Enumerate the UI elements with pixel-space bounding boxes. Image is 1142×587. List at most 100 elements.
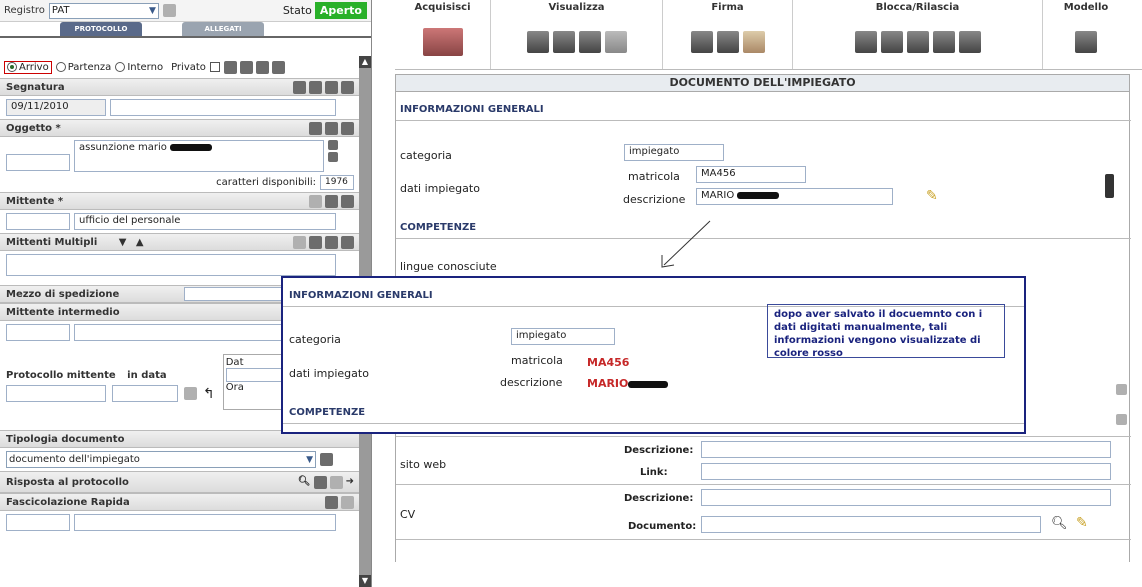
rp-icon[interactable] xyxy=(325,80,338,94)
view-edit-icon[interactable] xyxy=(552,30,575,53)
tab-bar: PROTOCOLLO ALLEGATI xyxy=(0,22,371,38)
scanner-icon[interactable] xyxy=(271,60,285,74)
info-generali-heading: INFORMAZIONI GENERALI xyxy=(400,104,544,115)
mittente-code[interactable] xyxy=(6,213,70,230)
checkin-icon[interactable] xyxy=(958,30,981,53)
matricola-field[interactable]: MA456 xyxy=(696,166,806,183)
acquisisci-label: Acquisisci xyxy=(414,2,471,13)
overlay-info-generali-heading: INFORMAZIONI GENERALI xyxy=(289,290,433,301)
eraser-icon[interactable] xyxy=(293,235,306,249)
document-icon[interactable] xyxy=(162,4,176,17)
lock-icon[interactable] xyxy=(854,30,877,53)
binoculars-icon[interactable] xyxy=(223,60,237,74)
stamp-icon[interactable] xyxy=(309,80,322,94)
descrizione-field[interactable]: MARIO xyxy=(696,188,893,205)
oggetto-code[interactable] xyxy=(6,154,70,171)
sign-icon[interactable] xyxy=(690,30,713,53)
matricola-label: matricola xyxy=(628,170,680,183)
sort-down-icon[interactable]: ▼ xyxy=(119,237,127,248)
template-icon[interactable] xyxy=(1075,30,1097,53)
protocollo-mittente-label: Protocollo mittente xyxy=(6,370,116,381)
view-icon[interactable] xyxy=(526,30,549,53)
checkout-icon[interactable] xyxy=(906,30,929,53)
pencil-icon[interactable]: ✎ xyxy=(1076,515,1088,531)
calendar-icon[interactable] xyxy=(184,387,197,400)
sort-up-icon[interactable]: ▲ xyxy=(136,237,144,248)
link-icon[interactable] xyxy=(313,475,327,489)
view-history-icon[interactable] xyxy=(604,30,627,53)
scroll-down-icon[interactable] xyxy=(328,152,338,162)
eraser-icon[interactable] xyxy=(309,194,322,208)
folder-icon[interactable] xyxy=(239,60,253,74)
search-doc-icon[interactable] xyxy=(325,235,338,249)
scroll-down-icon[interactable] xyxy=(1116,414,1127,425)
scroll-up-icon[interactable] xyxy=(328,140,338,150)
sito-descrizione-field[interactable] xyxy=(701,441,1111,458)
protocollo-mittente-field[interactable] xyxy=(6,385,106,402)
list-icon[interactable] xyxy=(309,121,322,135)
overlay-competenze-heading: COMPETENZE xyxy=(289,407,366,418)
mittente-intermedio-code[interactable] xyxy=(6,324,70,341)
trash-icon[interactable] xyxy=(341,235,354,249)
categoria-field[interactable]: impiegato xyxy=(624,144,724,161)
acquire-icon[interactable] xyxy=(422,27,463,56)
radio-interno[interactable]: Interno xyxy=(115,62,163,73)
tipologia-label: Tipologia documento xyxy=(6,433,125,445)
radio-arrivo[interactable]: Arrivo xyxy=(4,60,52,74)
toolbar-visualizza: Visualizza xyxy=(491,0,663,69)
modello-label: Modello xyxy=(1063,2,1109,13)
tab-protocollo[interactable]: PROTOCOLLO xyxy=(60,22,142,36)
view-print-icon[interactable] xyxy=(578,30,601,53)
mittente-field[interactable]: ufficio del personale xyxy=(74,213,336,230)
redaction xyxy=(628,380,669,388)
print-icon[interactable] xyxy=(293,80,306,94)
pen-icon[interactable] xyxy=(255,60,269,74)
tipologia-select[interactable]: documento dell'impiegato ▼ xyxy=(6,451,316,468)
unlock-icon[interactable] xyxy=(880,30,903,53)
tab-allegati[interactable]: ALLEGATI xyxy=(182,22,264,36)
documento-label: Documento: xyxy=(628,521,697,532)
arrow-right-icon[interactable]: ➜ xyxy=(346,476,354,489)
scroll-up-icon[interactable]: ▲ xyxy=(359,56,371,68)
oggetto-header: Oggetto * xyxy=(0,119,360,137)
toolbar-blocca: Blocca/Rilascia xyxy=(793,0,1043,69)
book-icon[interactable] xyxy=(341,121,354,135)
scroll-down-icon[interactable]: ▼ xyxy=(359,575,371,587)
search-icon[interactable]: 🔍︎ xyxy=(298,476,311,489)
dat-field[interactable] xyxy=(225,368,286,382)
risposta-header: Risposta al protocollo 🔍︎ ➜ xyxy=(0,471,360,493)
privato-checkbox[interactable] xyxy=(209,62,220,72)
scroll-up-icon[interactable] xyxy=(1116,384,1127,395)
book-icon[interactable] xyxy=(341,194,354,208)
sign-verify-icon[interactable] xyxy=(716,30,739,53)
pencil-icon[interactable]: ✎ xyxy=(926,188,938,204)
fascicolazione-field[interactable] xyxy=(74,514,336,531)
lock-icon[interactable] xyxy=(341,80,354,94)
documento-field[interactable] xyxy=(701,516,1041,533)
segnatura-label: Segnatura xyxy=(6,81,65,93)
toolbar-modello: Modello xyxy=(1043,0,1129,69)
link-field[interactable] xyxy=(701,463,1111,480)
cancel-checkout-icon[interactable] xyxy=(932,30,955,53)
copy-icon[interactable] xyxy=(329,475,343,489)
redaction xyxy=(170,143,213,151)
tree-icon[interactable] xyxy=(325,495,338,509)
fascicolazione-header: Fascicolazione Rapida xyxy=(0,493,360,511)
smartcard-icon[interactable] xyxy=(742,30,765,53)
book-icon[interactable] xyxy=(309,235,322,249)
arrow-icon[interactable]: ↰ xyxy=(203,386,215,402)
tree-icon[interactable] xyxy=(320,453,333,466)
stato-badge: Aperto xyxy=(314,2,367,19)
search-doc-icon[interactable] xyxy=(341,495,354,509)
oggetto-textarea[interactable]: assunzione mario xyxy=(74,140,324,172)
registro-select[interactable]: PAT ▼ xyxy=(48,2,159,19)
search-icon[interactable]: 🔍︎ xyxy=(1051,516,1068,531)
oggetto-text: assunzione mario xyxy=(79,142,167,153)
cv-descrizione-field[interactable] xyxy=(701,489,1111,506)
edit-list-icon[interactable] xyxy=(325,121,338,135)
radio-partenza[interactable]: Partenza xyxy=(55,62,111,73)
mittenti-multipli-list[interactable] xyxy=(6,254,336,276)
fascicolazione-code[interactable] xyxy=(6,514,70,531)
search-doc-icon[interactable] xyxy=(325,194,338,208)
in-data-field[interactable] xyxy=(112,385,178,402)
